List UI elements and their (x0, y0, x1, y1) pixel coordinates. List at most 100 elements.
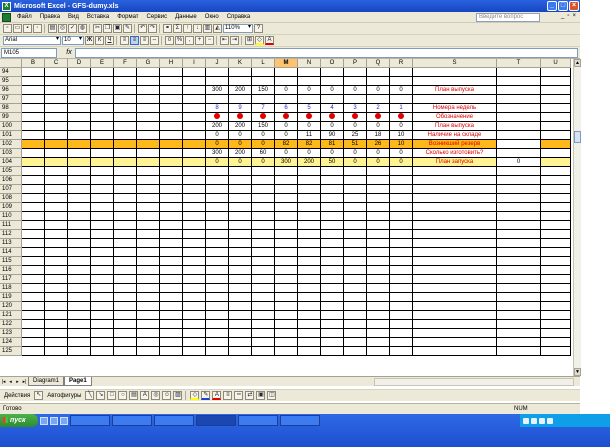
cell-s95[interactable] (413, 77, 497, 86)
cell-s94[interactable] (413, 68, 497, 77)
cell-h114[interactable] (160, 248, 183, 257)
quicklaunch-browser-icon[interactable] (50, 416, 58, 425)
cell-h107[interactable] (160, 185, 183, 194)
cell-p123[interactable] (344, 329, 367, 338)
row-header[interactable]: 107 (0, 185, 22, 194)
cell-c113[interactable] (45, 239, 68, 248)
cell-r108[interactable] (390, 194, 413, 203)
cell-r105[interactable] (390, 167, 413, 176)
cell-b113[interactable] (22, 239, 45, 248)
cell-r122[interactable] (390, 320, 413, 329)
cell-d96[interactable] (68, 86, 91, 95)
cell-q113[interactable] (367, 239, 390, 248)
cell-o106[interactable] (321, 176, 344, 185)
cell-g95[interactable] (137, 77, 160, 86)
cell-u118[interactable] (541, 284, 571, 293)
cell-h106[interactable] (160, 176, 183, 185)
cell-k99[interactable] (229, 113, 252, 122)
3d-icon[interactable]: ◫ (267, 391, 277, 400)
cell-d108[interactable] (68, 194, 91, 203)
cell-f120[interactable] (114, 302, 137, 311)
cell-f101[interactable] (114, 131, 137, 140)
cell-i99[interactable] (183, 113, 206, 122)
cell-d104[interactable] (68, 158, 91, 167)
cell-n125[interactable] (298, 347, 321, 356)
cell-h112[interactable] (160, 230, 183, 239)
sort-desc-icon[interactable]: ↓ (193, 24, 202, 33)
cell-g121[interactable] (137, 311, 160, 320)
cell-e94[interactable] (91, 68, 114, 77)
cell-t94[interactable] (497, 68, 541, 77)
column-header-b[interactable]: B (22, 59, 45, 68)
menu-view[interactable]: Вид (64, 12, 83, 23)
cell-o118[interactable] (321, 284, 344, 293)
cell-g98[interactable] (137, 104, 160, 113)
cell-l104[interactable]: 0 (252, 158, 275, 167)
cell-h121[interactable] (160, 311, 183, 320)
menu-insert[interactable]: Вставка (83, 12, 113, 23)
cell-f97[interactable] (114, 95, 137, 104)
column-header-s[interactable]: S (413, 59, 497, 68)
cell-p114[interactable] (344, 248, 367, 257)
cell-l123[interactable] (252, 329, 275, 338)
cell-r98[interactable]: 1 (390, 104, 413, 113)
cell-o102[interactable]: 81 (321, 140, 344, 149)
cell-e117[interactable] (91, 275, 114, 284)
cell-e124[interactable] (91, 338, 114, 347)
menu-tools[interactable]: Сервис (143, 12, 172, 23)
line-color-icon[interactable]: ✎ (201, 391, 211, 400)
cell-u109[interactable] (541, 203, 571, 212)
cell-k116[interactable] (229, 266, 252, 275)
cell-o110[interactable] (321, 212, 344, 221)
cell-k97[interactable] (229, 95, 252, 104)
cell-d122[interactable] (68, 320, 91, 329)
cell-q116[interactable] (367, 266, 390, 275)
taskbar-window-2[interactable] (112, 415, 152, 426)
taskbar-window-1[interactable] (70, 415, 110, 426)
cell-u95[interactable] (541, 77, 571, 86)
cell-u110[interactable] (541, 212, 571, 221)
cell-n112[interactable] (298, 230, 321, 239)
cell-o121[interactable] (321, 311, 344, 320)
cell-j98[interactable]: 8 (206, 104, 229, 113)
cell-h98[interactable] (160, 104, 183, 113)
cell-m100[interactable]: 0 (275, 122, 298, 131)
cut-icon[interactable]: ✂ (93, 24, 102, 33)
menu-window[interactable]: Окно (201, 12, 223, 23)
cell-s100[interactable]: План выпуска (413, 122, 497, 131)
cell-m109[interactable] (275, 203, 298, 212)
cell-n120[interactable] (298, 302, 321, 311)
cell-e121[interactable] (91, 311, 114, 320)
cell-p95[interactable] (344, 77, 367, 86)
row-header[interactable]: 123 (0, 329, 22, 338)
cell-f123[interactable] (114, 329, 137, 338)
cell-t107[interactable] (497, 185, 541, 194)
cell-r96[interactable]: 0 (390, 86, 413, 95)
cell-d113[interactable] (68, 239, 91, 248)
cell-l105[interactable] (252, 167, 275, 176)
cell-f108[interactable] (114, 194, 137, 203)
cell-q102[interactable]: 26 (367, 140, 390, 149)
cell-u106[interactable] (541, 176, 571, 185)
cell-b116[interactable] (22, 266, 45, 275)
maximize-button[interactable]: □ (558, 1, 568, 11)
cell-k108[interactable] (229, 194, 252, 203)
cell-h103[interactable] (160, 149, 183, 158)
cell-i97[interactable] (183, 95, 206, 104)
cell-k111[interactable] (229, 221, 252, 230)
underline-icon[interactable]: Ч (105, 36, 114, 45)
cell-u103[interactable] (541, 149, 571, 158)
cell-p99[interactable] (344, 113, 367, 122)
cell-r125[interactable] (390, 347, 413, 356)
align-right-icon[interactable]: ≡ (140, 36, 149, 45)
cell-m103[interactable]: 0 (275, 149, 298, 158)
cell-n117[interactable] (298, 275, 321, 284)
cell-h101[interactable] (160, 131, 183, 140)
clipart-icon[interactable]: ☺ (162, 391, 172, 400)
cell-o111[interactable] (321, 221, 344, 230)
cell-g120[interactable] (137, 302, 160, 311)
line-icon[interactable]: ╲ (85, 391, 95, 400)
cell-m123[interactable] (275, 329, 298, 338)
cell-m104[interactable]: 300 (275, 158, 298, 167)
cell-u114[interactable] (541, 248, 571, 257)
